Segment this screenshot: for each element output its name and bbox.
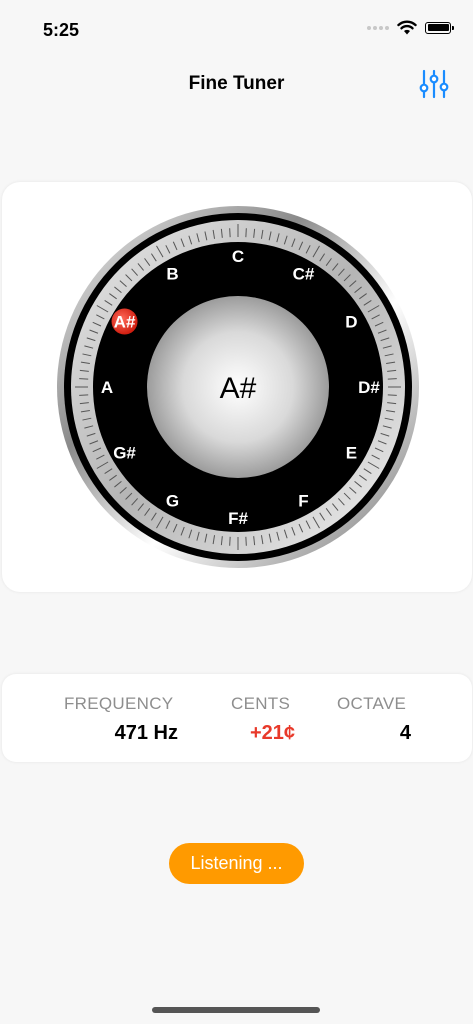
home-indicator[interactable]	[152, 1007, 320, 1013]
current-note: A#	[220, 372, 257, 405]
note-label-f: F	[298, 491, 308, 510]
note-label-d-sharp: D#	[358, 378, 380, 397]
wifi-icon	[397, 20, 417, 35]
frequency-label: FREQUENCY	[64, 694, 174, 713]
cents-column: CENTS +21¢	[231, 694, 295, 745]
note-label-a: A	[101, 378, 113, 397]
frequency-column: FREQUENCY 471 Hz	[64, 694, 178, 745]
cents-label: CENTS	[231, 694, 291, 713]
octave-value: 4	[399, 722, 411, 744]
battery-icon	[425, 21, 454, 34]
note-label-g: G	[166, 491, 179, 510]
note-label-d: D	[345, 313, 357, 332]
readout-card: FREQUENCY 471 Hz CENTS +21¢ OCTAVE 4	[2, 674, 472, 762]
status-time: 5:25	[43, 20, 80, 40]
tuner-dial: C C# D D# E F F# G G# A A# B A#	[57, 206, 419, 568]
octave-column: OCTAVE 4	[337, 694, 411, 745]
tuner-card: C C# D D# E F F# G G# A A# B A#	[2, 182, 472, 592]
note-label-f-sharp: F#	[228, 509, 248, 528]
note-label-e: E	[346, 444, 357, 463]
frequency-value: 471 Hz	[114, 722, 178, 744]
note-label-b: B	[166, 265, 178, 284]
status-bar: 5:25	[0, 0, 473, 60]
settings-sliders-button[interactable]	[419, 68, 449, 100]
note-label-c: C	[232, 247, 244, 266]
note-label-a-sharp: A#	[114, 313, 136, 332]
cents-value: +21¢	[249, 722, 295, 744]
note-label-g-sharp: G#	[113, 444, 136, 463]
note-label-c-sharp: C#	[293, 265, 315, 284]
sliders-icon	[419, 69, 449, 99]
octave-label: OCTAVE	[337, 694, 407, 713]
listening-button[interactable]: Listening ...	[169, 843, 304, 884]
cellular-signal-icon	[367, 25, 389, 30]
page-title: Fine Tuner	[188, 73, 285, 94]
status-icons	[367, 20, 454, 35]
